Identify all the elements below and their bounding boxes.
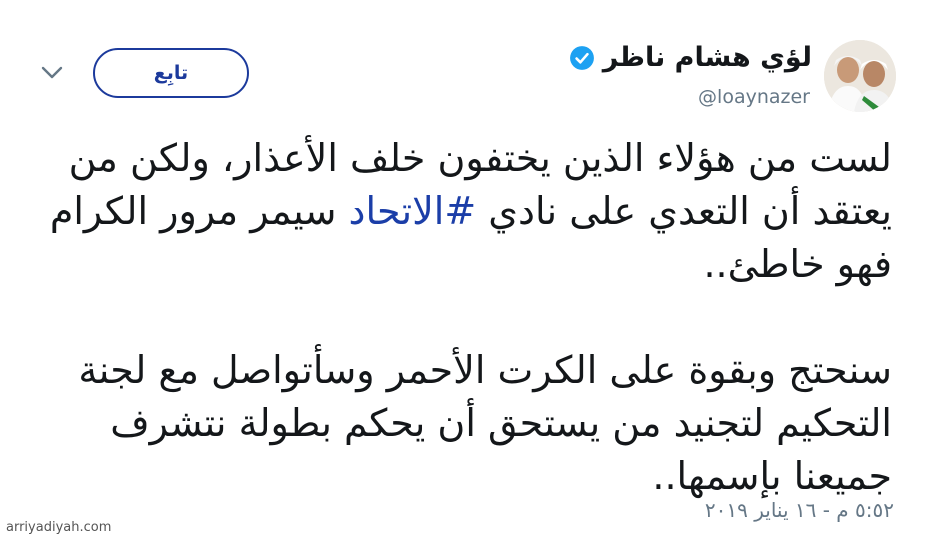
display-name[interactable]: لؤي هشام ناظر [603, 44, 812, 71]
tweet-timestamp[interactable]: ٥:٥٢ م - ١٦ يناير ٢٠١٩ [705, 498, 894, 522]
tweet-card: لؤي هشام ناظر @loaynazer تابِع لست من هؤ… [0, 0, 950, 539]
follow-button[interactable]: تابِع [93, 48, 249, 98]
chevron-down-icon[interactable] [40, 64, 64, 82]
tweet-text: لست من هؤلاء الذين يختفون خلف الأعذار، و… [30, 132, 892, 503]
user-handle[interactable]: @loaynazer [698, 86, 810, 108]
avatar[interactable] [824, 40, 896, 112]
tweet-paragraph-1: لست من هؤلاء الذين يختفون خلف الأعذار، و… [30, 132, 892, 291]
name-row: لؤي هشام ناظر [569, 44, 812, 71]
hashtag-link[interactable]: #الاتحاد [349, 189, 477, 233]
verified-badge-icon [569, 45, 594, 70]
avatar-photo [824, 40, 896, 112]
watermark: arriyadiyah.com [6, 520, 112, 535]
tweet-paragraph-2: سنحتج وبقوة على الكرت الأحمر وسأتواصل مع… [78, 348, 892, 498]
